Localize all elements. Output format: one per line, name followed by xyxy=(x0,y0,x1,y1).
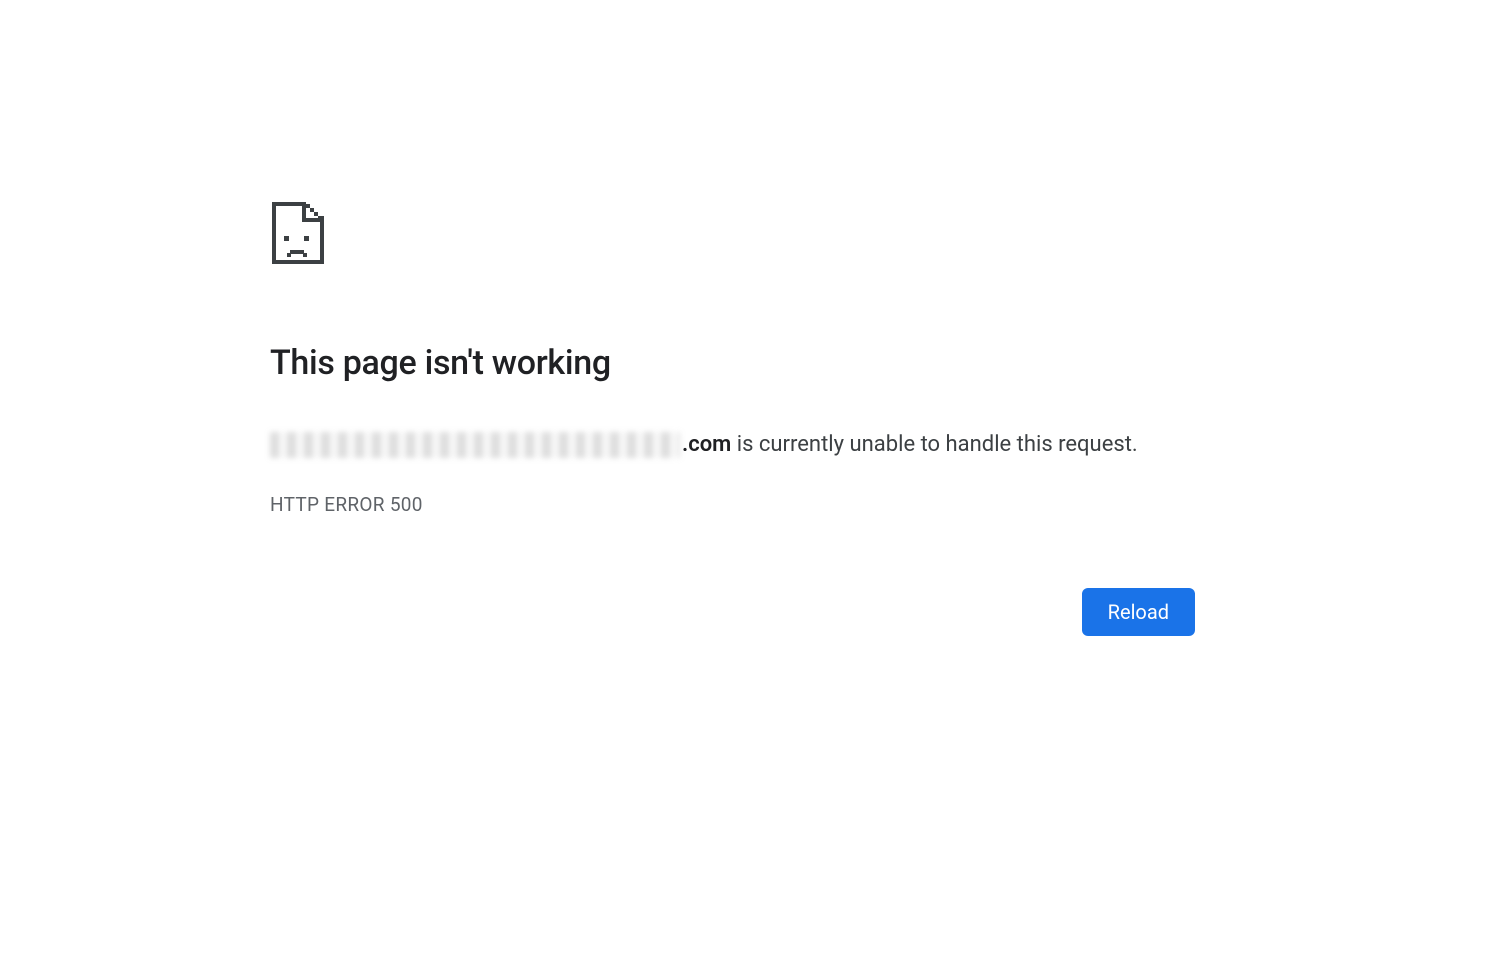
error-icon-wrap xyxy=(270,200,1195,266)
sad-page-icon xyxy=(270,200,326,266)
error-message: .com is currently unable to handle this … xyxy=(270,429,1195,461)
error-heading: This page isn't working xyxy=(270,344,1195,383)
http-error-code: HTTP ERROR 500 xyxy=(270,493,1195,516)
hostname-tld: .com xyxy=(682,432,731,457)
actions-row: Reload xyxy=(270,588,1195,636)
error-message-suffix: is currently unable to handle this reque… xyxy=(731,432,1137,457)
error-page: This page isn't working .com is currentl… xyxy=(270,200,1195,636)
hostname-redacted xyxy=(270,432,680,458)
reload-button[interactable]: Reload xyxy=(1082,588,1195,636)
